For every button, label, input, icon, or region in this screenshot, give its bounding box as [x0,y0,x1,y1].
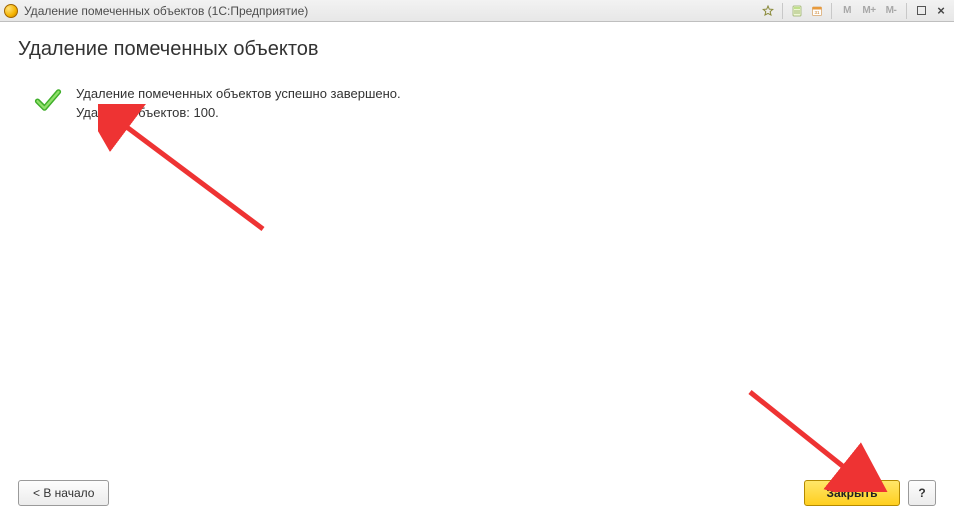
window-title: Удаление помеченных объектов (1С:Предпри… [24,4,308,18]
svg-text:31: 31 [814,10,820,15]
success-check-icon [34,86,62,119]
result-line-1: Удаление помеченных объектов успешно зав… [76,85,401,104]
memory-mplus-button[interactable]: M+ [859,3,879,19]
result-text: Удаление помеченных объектов успешно зав… [76,85,401,123]
content-area: Удаление помеченных объектов Удаление по… [0,22,954,518]
result-row: Удаление помеченных объектов успешно зав… [18,85,936,123]
bottom-button-bar: < В начало Закрыть ? [18,472,936,506]
result-line-2: Удалено объектов: 100. [76,104,401,123]
close-window-button[interactable]: × [932,3,950,19]
calendar-icon[interactable]: 31 [808,3,826,19]
favorite-icon[interactable] [759,3,777,19]
app-logo-icon [4,4,18,18]
close-button[interactable]: Закрыть [804,480,900,506]
annotation-arrow-1 [98,104,278,244]
page-title: Удаление помеченных объектов [18,38,936,61]
memory-m-button[interactable]: M [837,3,857,19]
back-button[interactable]: < В начало [18,480,109,506]
calculator-icon[interactable] [788,3,806,19]
titlebar: Удаление помеченных объектов (1С:Предпри… [0,0,954,22]
help-button[interactable]: ? [908,480,936,506]
memory-mminus-button[interactable]: M- [881,3,901,19]
maximize-button[interactable] [912,3,930,19]
titlebar-toolbar: 31 M M+ M- × [759,3,950,19]
